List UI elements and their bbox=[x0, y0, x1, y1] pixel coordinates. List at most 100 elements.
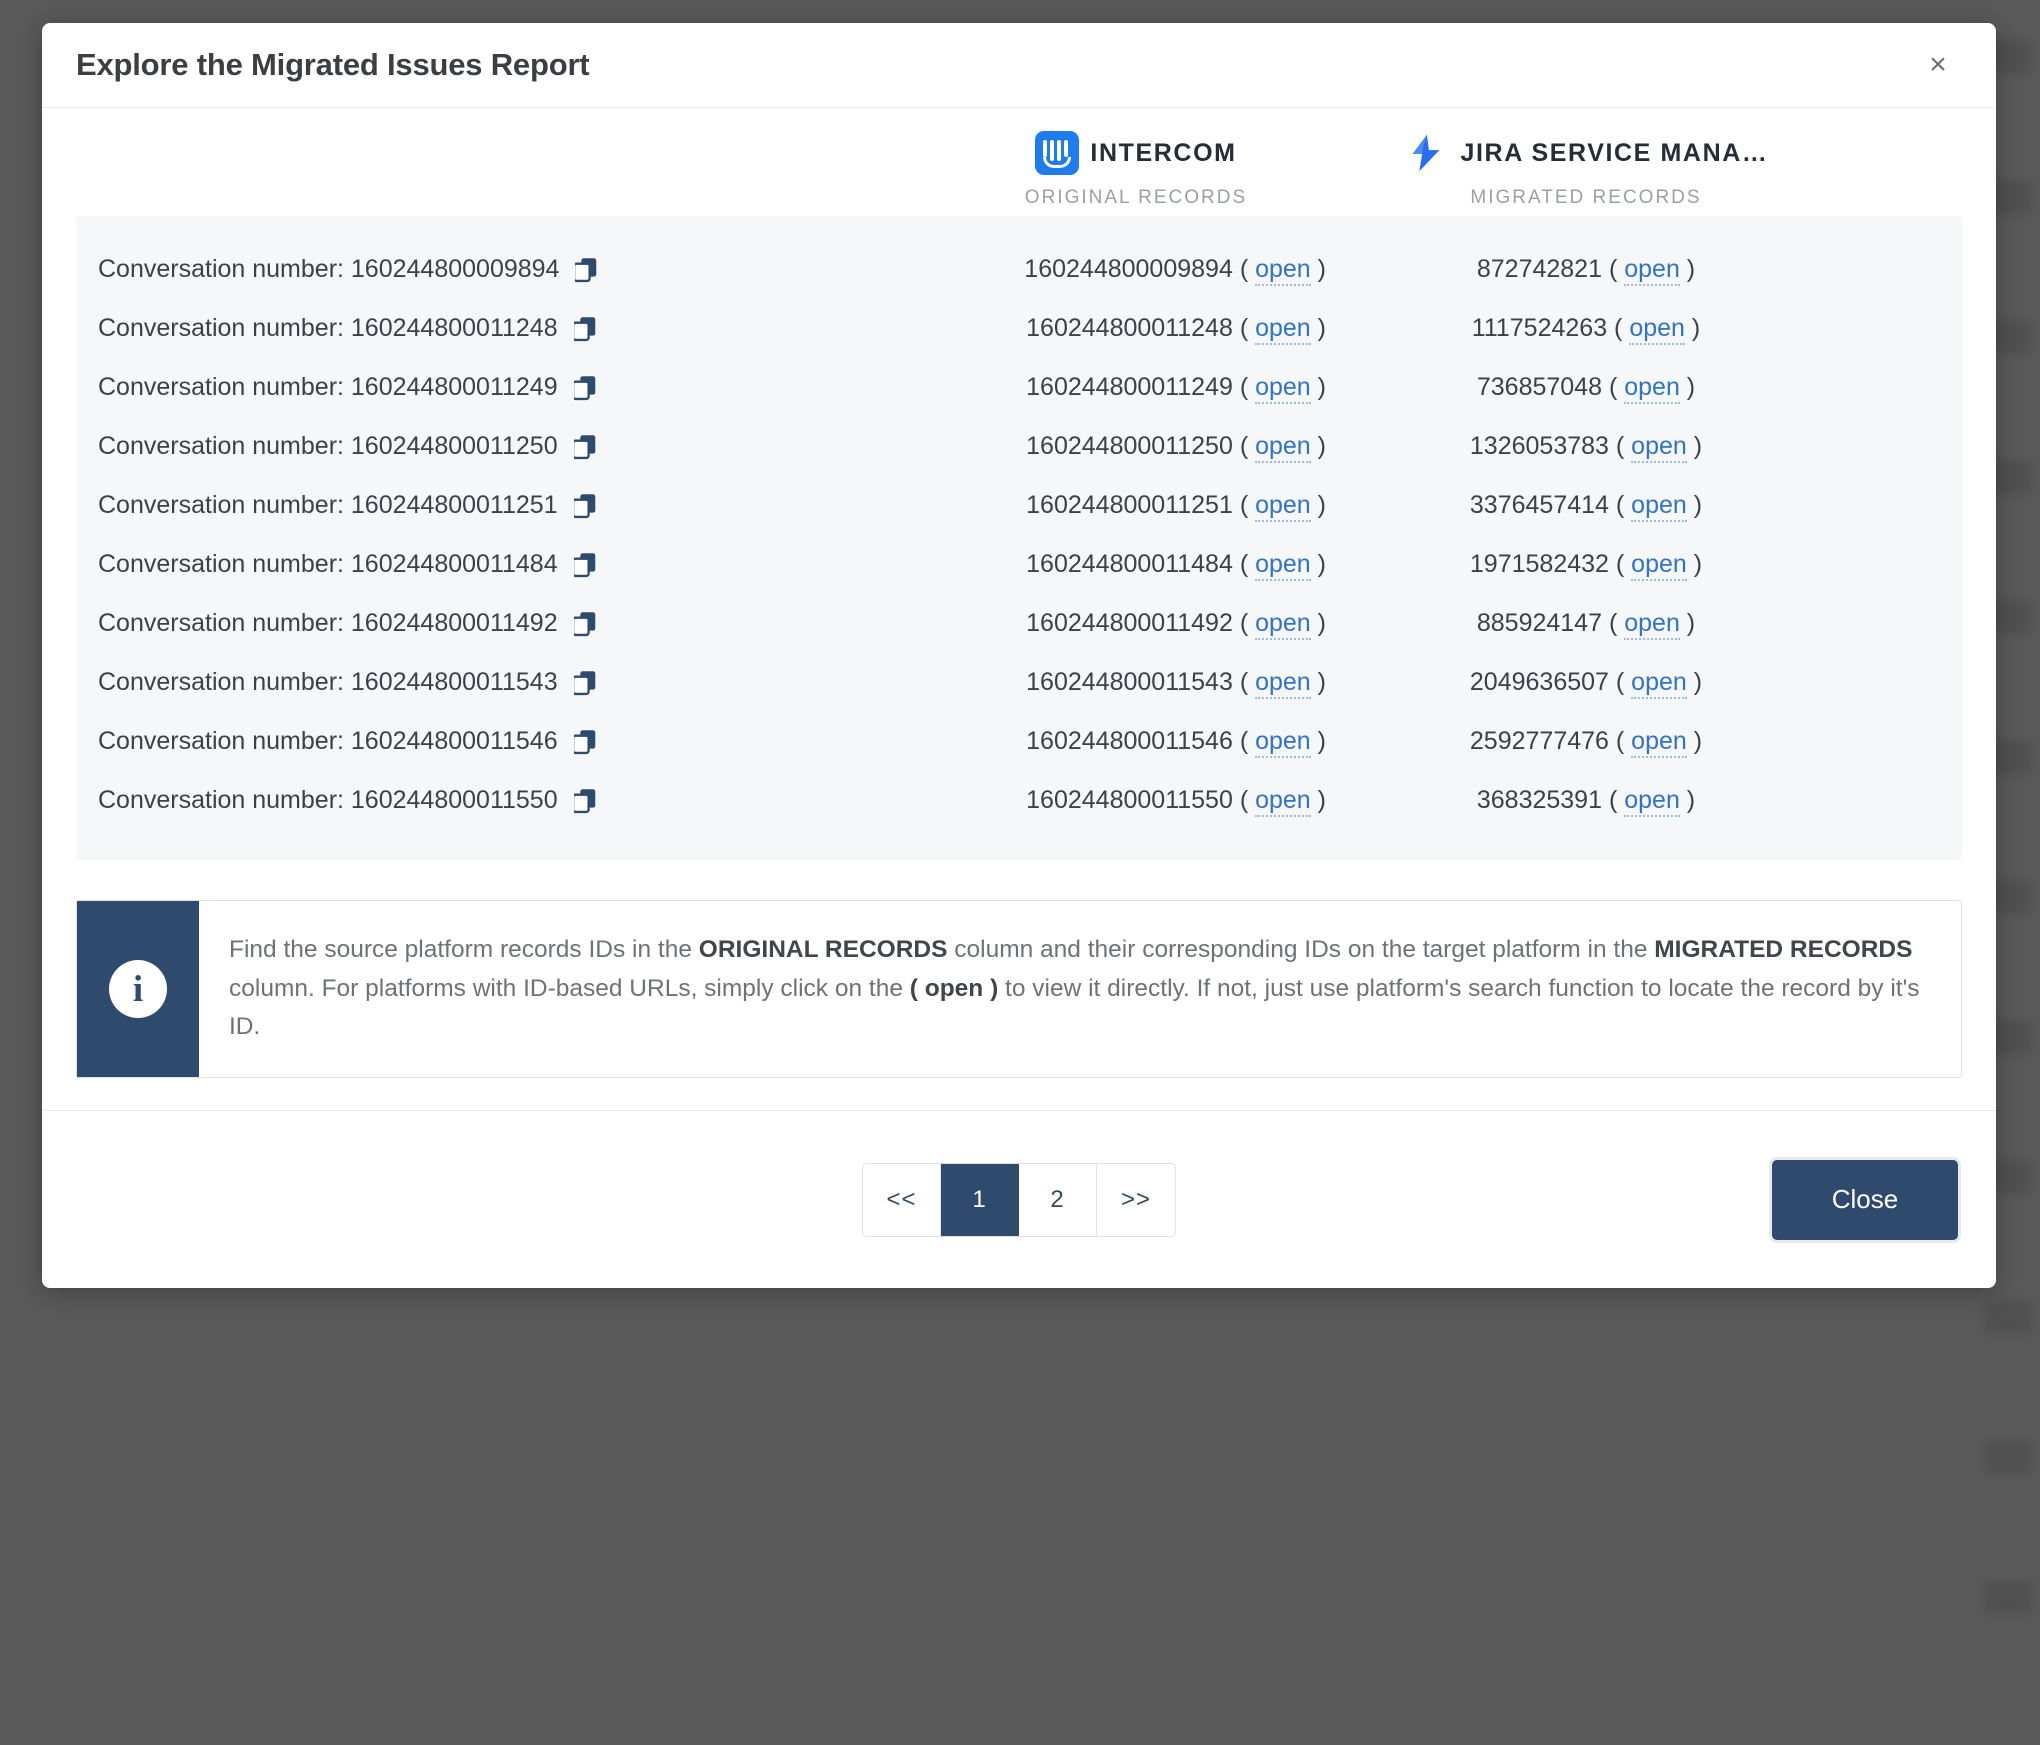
copy-icon[interactable] bbox=[573, 729, 597, 755]
modal-footer: << 1 2 >> Close bbox=[42, 1110, 1996, 1288]
open-migrated-link[interactable]: open bbox=[1631, 432, 1687, 463]
paren-close: ) bbox=[1310, 550, 1326, 578]
open-original-link[interactable]: open bbox=[1255, 786, 1311, 817]
copy-button[interactable] bbox=[573, 375, 597, 401]
info-icon: i bbox=[109, 960, 167, 1019]
cell-migrated-record: 885924147 ( open ) bbox=[1326, 609, 1846, 640]
copy-icon[interactable] bbox=[573, 552, 597, 578]
copy-icon[interactable] bbox=[573, 316, 597, 342]
copy-icon[interactable] bbox=[575, 257, 598, 283]
original-record-id: 160244800011492 bbox=[1026, 609, 1240, 637]
cell-original-record: 160244800009894 ( open ) bbox=[946, 255, 1326, 286]
paren-open: ( bbox=[1239, 550, 1256, 578]
conversation-number-text: Conversation number: 160244800011492 bbox=[98, 609, 558, 637]
copy-icon[interactable] bbox=[573, 611, 597, 637]
cell-migrated-record: 3376457414 ( open ) bbox=[1326, 491, 1846, 522]
original-record-id: 160244800011543 bbox=[1026, 668, 1240, 696]
paren-open: ( bbox=[1239, 727, 1256, 755]
cell-source-label: Conversation number: 160244800011248 bbox=[98, 314, 946, 343]
copy-button[interactable] bbox=[573, 316, 597, 342]
migrated-record-id: 1971582432 bbox=[1469, 550, 1616, 578]
cell-source-label: Conversation number: 160244800011249 bbox=[98, 373, 946, 402]
table-row: Conversation number: 160244800011546 1602… bbox=[76, 712, 1962, 771]
open-migrated-link[interactable]: open bbox=[1624, 373, 1680, 404]
open-original-link[interactable]: open bbox=[1255, 668, 1311, 699]
copy-button[interactable] bbox=[573, 434, 597, 460]
cell-source-label: Conversation number: 160244800011546 bbox=[98, 727, 946, 756]
open-original-link[interactable]: open bbox=[1255, 314, 1311, 345]
copy-button[interactable] bbox=[573, 729, 597, 755]
paren-open: ( bbox=[1239, 609, 1256, 637]
copy-icon[interactable] bbox=[573, 434, 597, 460]
open-migrated-link[interactable]: open bbox=[1624, 786, 1680, 817]
paren-close: ) bbox=[1310, 314, 1326, 342]
paren-close: ) bbox=[1679, 255, 1696, 283]
cell-migrated-record: 736857048 ( open ) bbox=[1326, 373, 1846, 404]
copy-icon[interactable] bbox=[573, 493, 597, 519]
close-button[interactable]: Close bbox=[1772, 1159, 1958, 1240]
copy-button[interactable] bbox=[573, 552, 597, 578]
source-platform-name: INTERCOM bbox=[1090, 138, 1237, 167]
target-platform-name: JIRA SERVICE MANA… bbox=[1460, 138, 1769, 167]
open-migrated-link[interactable]: open bbox=[1629, 314, 1685, 345]
info-banner: i Find the source platform records IDs i… bbox=[76, 900, 1962, 1079]
jira-service-management-logo-icon bbox=[1413, 134, 1440, 172]
info-icon-panel: i bbox=[77, 901, 199, 1078]
conversation-number-text: Conversation number: 160244800011546 bbox=[98, 727, 558, 755]
info-banner-text: Find the source platform records IDs in … bbox=[199, 901, 1961, 1077]
paren-close: ) bbox=[1686, 668, 1703, 696]
open-original-link[interactable]: open bbox=[1255, 550, 1311, 581]
open-original-link[interactable]: open bbox=[1255, 609, 1311, 640]
open-migrated-link[interactable]: open bbox=[1624, 609, 1680, 640]
copy-button[interactable] bbox=[573, 788, 597, 814]
open-original-link[interactable]: open bbox=[1255, 432, 1311, 463]
target-platform-sublabel: MIGRATED RECORDS bbox=[1470, 187, 1702, 208]
pagination-page-2[interactable]: 2 bbox=[1019, 1163, 1097, 1236]
open-migrated-link[interactable]: open bbox=[1624, 255, 1680, 286]
open-original-link[interactable]: open bbox=[1255, 373, 1311, 404]
open-migrated-link[interactable]: open bbox=[1631, 668, 1687, 699]
cell-migrated-record: 1117524263 ( open ) bbox=[1326, 314, 1846, 345]
copy-button[interactable] bbox=[573, 611, 597, 637]
copy-button[interactable] bbox=[573, 493, 597, 519]
table-row: Conversation number: 160244800011543 1602… bbox=[76, 653, 1962, 712]
cell-migrated-record: 1326053783 ( open ) bbox=[1326, 432, 1846, 463]
conversation-number-text: Conversation number: 160244800011543 bbox=[98, 668, 558, 696]
migrated-record-id: 2592777476 bbox=[1469, 727, 1616, 755]
open-original-link[interactable]: open bbox=[1255, 255, 1311, 286]
paren-close: ) bbox=[1310, 609, 1326, 637]
open-migrated-link[interactable]: open bbox=[1631, 491, 1687, 522]
copy-button[interactable] bbox=[575, 257, 598, 283]
pagination-last-button[interactable]: >> bbox=[1097, 1163, 1175, 1236]
pagination-first-button[interactable]: << bbox=[863, 1163, 941, 1236]
info-text-part1: Find the source platform records IDs in … bbox=[229, 936, 699, 963]
open-original-link[interactable]: open bbox=[1255, 491, 1311, 522]
copy-icon[interactable] bbox=[573, 670, 597, 696]
modal-header: Explore the Migrated Issues Report × bbox=[42, 23, 1996, 108]
cell-original-record: 160244800011250 ( open ) bbox=[946, 432, 1326, 463]
table-row: Conversation number: 160244800011484 1602… bbox=[76, 535, 1962, 594]
copy-button[interactable] bbox=[573, 670, 597, 696]
cell-original-record: 160244800011248 ( open ) bbox=[946, 314, 1326, 345]
info-text-part3: column. For platforms with ID-based URLs… bbox=[229, 974, 910, 1002]
intercom-logo-icon bbox=[1035, 131, 1080, 175]
paren-open: ( bbox=[1614, 314, 1630, 342]
explore-migrated-issues-modal: Explore the Migrated Issues Report × INT… bbox=[42, 23, 1996, 1288]
original-record-id: 160244800011248 bbox=[1026, 314, 1240, 342]
original-record-id: 160244800011546 bbox=[1026, 727, 1240, 755]
paren-open: ( bbox=[1239, 314, 1256, 342]
cell-migrated-record: 2049636507 ( open ) bbox=[1326, 668, 1846, 699]
copy-icon[interactable] bbox=[573, 375, 597, 401]
close-icon[interactable]: × bbox=[1918, 45, 1958, 85]
pagination-page-1[interactable]: 1 bbox=[941, 1163, 1019, 1236]
page-title: Explore the Migrated Issues Report bbox=[76, 47, 590, 82]
open-migrated-link[interactable]: open bbox=[1631, 550, 1687, 581]
paren-open: ( bbox=[1608, 786, 1625, 814]
conversation-number-text: Conversation number: 160244800009894 bbox=[98, 255, 560, 283]
open-original-link[interactable]: open bbox=[1255, 727, 1311, 758]
paren-open: ( bbox=[1608, 609, 1625, 637]
records-table: Conversation number: 160244800009894 1602… bbox=[76, 216, 1962, 860]
copy-icon[interactable] bbox=[573, 788, 597, 814]
open-migrated-link[interactable]: open bbox=[1631, 727, 1687, 758]
original-record-id: 160244800011484 bbox=[1026, 550, 1240, 578]
